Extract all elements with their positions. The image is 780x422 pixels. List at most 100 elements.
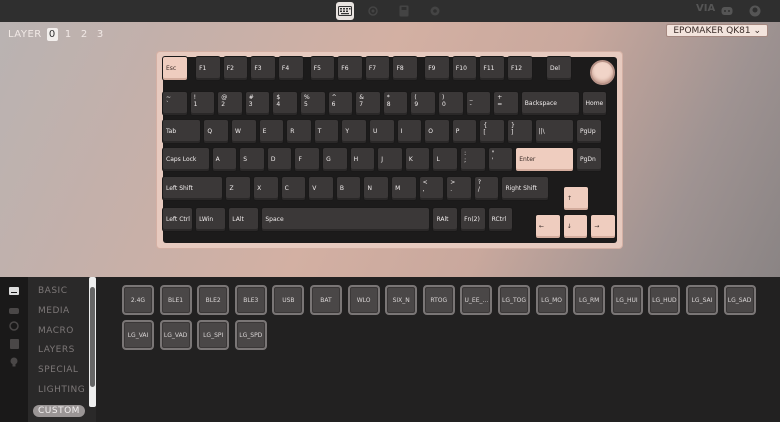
key-1-7[interactable]: & 7	[355, 91, 381, 116]
custom-key[interactable]: SIX_N	[385, 285, 418, 315]
key-1-3[interactable]: #3	[244, 91, 271, 116]
layer-1-button[interactable]: 1	[63, 28, 74, 41]
custom-key[interactable]: RTOG	[422, 285, 455, 315]
key-1-10[interactable]: ) 0	[438, 91, 464, 116]
key-0-3[interactable]: F3	[250, 56, 276, 81]
custom-key[interactable]: 2.4G	[122, 285, 154, 315]
key-2-13[interactable]: ||\	[534, 119, 574, 144]
key-3-2[interactable]: S	[239, 147, 265, 172]
discord-icon[interactable]	[718, 2, 736, 20]
menu-scrollbar[interactable]	[89, 277, 96, 407]
custom-key[interactable]: LG_TOG	[498, 285, 530, 315]
key-0-10[interactable]: F10	[451, 56, 478, 81]
menu-item-macro[interactable]: MACRO	[38, 326, 74, 336]
rotary-knob[interactable]	[590, 60, 615, 85]
key-1-11[interactable]: _ -	[465, 91, 492, 116]
keyboard-icon[interactable]	[336, 2, 354, 20]
key-4-6[interactable]: N	[363, 176, 390, 201]
menu-item-layers[interactable]: LAYERS	[38, 345, 75, 355]
custom-key[interactable]: BLE2	[197, 285, 230, 315]
lighting-icon[interactable]	[364, 2, 382, 20]
key-3-8[interactable]: K	[404, 147, 431, 172]
key-5-9[interactable]: →	[590, 214, 616, 239]
custom-key[interactable]: LG_SPD	[234, 320, 267, 350]
key-5-8[interactable]: ↓	[562, 214, 589, 239]
key-2-9[interactable]: O	[424, 119, 450, 144]
key-2-3[interactable]: E	[258, 119, 285, 144]
key-1-5[interactable]: % 5	[300, 91, 326, 116]
key-4-7[interactable]: M	[391, 176, 417, 201]
key-4-2[interactable]: X	[253, 176, 279, 201]
key-0-11[interactable]: F11	[479, 56, 505, 81]
key-1-14[interactable]: Home	[581, 91, 608, 116]
key-3-0[interactable]: Caps Lock	[162, 147, 210, 172]
key-5-5[interactable]: Fn(2)	[460, 207, 486, 232]
key-4-3[interactable]: C	[280, 176, 307, 201]
key-5-0[interactable]: Left Ctrl	[162, 207, 194, 232]
bulb-icon[interactable]	[9, 357, 19, 367]
menu-item-custom[interactable]: CUSTOM	[33, 404, 85, 417]
key-2-11[interactable]: {[	[479, 119, 505, 144]
key-4-11[interactable]: Right Shift	[501, 176, 550, 201]
key-5-4[interactable]: RAlt	[432, 207, 459, 232]
key-5-7[interactable]: ←	[535, 214, 561, 239]
key-5-3[interactable]: Space	[261, 207, 431, 232]
key-0-2[interactable]: F2	[222, 56, 249, 81]
layer-3-button[interactable]: 3	[95, 28, 106, 41]
via-logo[interactable]: VIA	[696, 3, 715, 14]
settings-icon[interactable]	[426, 2, 444, 20]
key-4-8[interactable]: <,	[418, 176, 445, 201]
custom-key[interactable]: LG_HUI	[610, 285, 643, 315]
key-4-10[interactable]: ? /	[473, 176, 500, 201]
key-5-1[interactable]: LWin	[195, 207, 227, 232]
menu-item-lighting[interactable]: LIGHTING	[38, 385, 85, 395]
save-icon[interactable]	[395, 2, 413, 20]
key-2-7[interactable]: U	[369, 119, 395, 144]
key-1-12[interactable]: + =	[493, 91, 519, 116]
key-2-2[interactable]: W	[231, 119, 257, 144]
key-4-0[interactable]: Left Shift	[162, 176, 224, 201]
key-1-1[interactable]: ! 1	[189, 91, 216, 116]
key-2-8[interactable]: I	[396, 119, 423, 144]
menu-item-special[interactable]: SPECIAL	[38, 365, 78, 375]
key-3-10[interactable]: :;	[460, 147, 486, 172]
custom-key[interactable]: LG_RM	[573, 285, 606, 315]
key-2-5[interactable]: T	[313, 119, 340, 144]
key-1-6[interactable]: ^ 6	[327, 91, 354, 116]
key-0-6[interactable]: F6	[337, 56, 363, 81]
key-4-1[interactable]: Z	[225, 176, 252, 201]
key-3-9[interactable]: L	[432, 147, 459, 172]
key-0-4[interactable]: F4	[277, 56, 304, 81]
key-1-13[interactable]: Backspace	[520, 91, 580, 116]
menu-item-basic[interactable]: BASIC	[38, 286, 67, 296]
menu-item-media[interactable]: MEDIA	[38, 306, 70, 316]
key-3-5[interactable]: G	[322, 147, 348, 172]
custom-key[interactable]: WLO	[347, 285, 380, 315]
key-4-4[interactable]: V	[308, 176, 334, 201]
key-2-6[interactable]: Y	[341, 119, 367, 144]
custom-key[interactable]: LG_SAI	[686, 285, 718, 315]
layer-2-button[interactable]: 2	[79, 28, 90, 41]
key-3-12[interactable]: Enter	[515, 147, 574, 172]
key-1-8[interactable]: * 8	[382, 91, 409, 116]
key-2-0[interactable]: Tab	[162, 119, 202, 144]
layer-0-button[interactable]: 0	[46, 28, 58, 41]
custom-key[interactable]: U_EE_...	[460, 285, 493, 315]
key-0-12[interactable]: F12	[507, 56, 533, 81]
key-1-9[interactable]: (9	[410, 91, 436, 116]
key-0-8[interactable]: F8	[392, 56, 419, 81]
key-3-3[interactable]: D	[266, 147, 293, 172]
github-icon[interactable]	[746, 2, 764, 20]
device-select[interactable]: EPOMAKER QK81 ⌄	[666, 24, 768, 37]
key-2-1[interactable]: Q	[203, 119, 229, 144]
custom-key[interactable]: LG_SAD	[723, 285, 756, 315]
gamepad-icon[interactable]	[9, 306, 19, 316]
key-3-1[interactable]: A	[211, 147, 238, 172]
custom-key[interactable]: USB	[272, 285, 305, 315]
key-0-9[interactable]: F9	[424, 56, 450, 81]
keyboard-mode-icon[interactable]	[9, 286, 19, 296]
key-5-2[interactable]: LAlt	[228, 207, 260, 232]
key-2-14[interactable]: PgUp	[576, 119, 602, 144]
custom-key[interactable]: BLE1	[159, 285, 192, 315]
key-3-6[interactable]: H	[349, 147, 376, 172]
